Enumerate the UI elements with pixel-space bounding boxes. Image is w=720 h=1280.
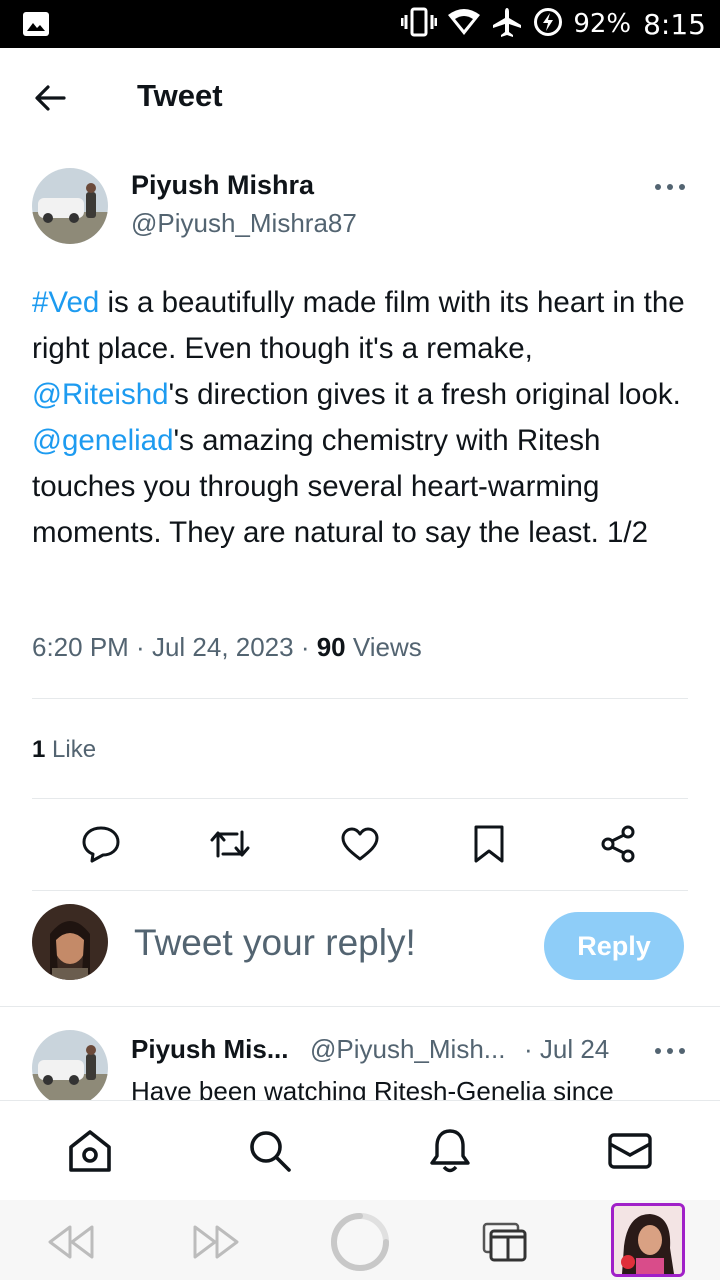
reply-avatar[interactable] <box>32 1030 108 1106</box>
avatar[interactable] <box>32 168 108 244</box>
reply-author-name[interactable]: Piyush Mis... <box>131 1034 289 1065</box>
reply-button[interactable] <box>79 822 123 866</box>
likes-count: 1 <box>32 736 46 763</box>
my-avatar[interactable] <box>32 904 108 980</box>
hashtag-link[interactable]: #Ved <box>32 286 99 319</box>
retweet-icon <box>210 830 250 858</box>
search-icon <box>250 1131 291 1172</box>
home-icon <box>69 1130 111 1172</box>
reply-more-options-button[interactable] <box>652 1038 688 1064</box>
battery-percent: 92% <box>573 9 632 39</box>
reply-date: · Jul 24 <box>524 1034 610 1064</box>
tweet-meta: 6:20 PM · Jul 24, 2023 · 90 Views <box>32 632 422 662</box>
reply-text[interactable]: Have been watching Ritesh-Genelia since <box>131 1074 691 1100</box>
image-icon <box>22 11 50 42</box>
author-name[interactable]: Piyush Mishra <box>131 170 314 201</box>
reply-input[interactable]: Tweet your reply! <box>134 922 416 964</box>
arrow-left-icon <box>35 85 66 111</box>
retweet-button[interactable] <box>208 822 252 866</box>
reply-icon <box>82 826 120 863</box>
clock: 8:15 <box>643 7 706 41</box>
divider <box>32 890 688 891</box>
notifications-icon <box>430 1129 470 1173</box>
mention-link[interactable]: @Riteishd <box>32 378 169 411</box>
back-button[interactable] <box>28 76 72 120</box>
divider <box>32 798 688 799</box>
nav-notifications[interactable] <box>426 1127 474 1175</box>
reply-author-handle[interactable]: @Piyush_Mish... <box>310 1034 505 1065</box>
airplane-icon <box>491 6 523 43</box>
status-bar: 92% 8:15 <box>0 0 720 48</box>
more-icon <box>655 1048 685 1054</box>
vibrate-icon <box>400 7 438 42</box>
share-button[interactable] <box>596 822 640 866</box>
tweet-text: #Ved is a beautifully made film with its… <box>32 280 692 556</box>
browser-back-button[interactable] <box>41 1212 101 1272</box>
mention-link[interactable]: @geneliad <box>32 424 174 457</box>
profile-thumbnail[interactable] <box>611 1203 685 1277</box>
author-handle[interactable]: @Piyush_Mishra87 <box>131 208 357 239</box>
views-count: 90 <box>316 632 346 662</box>
likes-summary[interactable]: 1 Like <box>32 736 96 764</box>
likes-label: Like <box>52 736 97 763</box>
wifi-icon <box>447 8 481 41</box>
tweet-time: 6:20 PM <box>32 632 129 662</box>
views-label: Views <box>352 632 422 662</box>
page-title: Tweet <box>137 78 223 113</box>
like-icon <box>341 827 379 861</box>
nav-search[interactable] <box>246 1127 294 1175</box>
bottom-nav <box>0 1100 720 1200</box>
nav-messages[interactable] <box>606 1127 654 1175</box>
tweet-text-segment: 's direction gives it a fresh original l… <box>168 378 681 411</box>
forward-icon <box>193 1225 239 1259</box>
more-options-button[interactable] <box>652 174 688 200</box>
divider <box>32 698 688 699</box>
tweet-date: Jul 24, 2023 <box>151 632 294 662</box>
share-icon <box>601 825 635 863</box>
bookmark-button[interactable] <box>467 822 511 866</box>
browser-forward-button[interactable] <box>186 1212 246 1272</box>
divider <box>0 1006 720 1007</box>
tweet-text-segment: is a beautifully made film with its hear… <box>32 286 685 365</box>
browser-reload-button[interactable] <box>330 1212 390 1272</box>
tabs-icon <box>482 1222 527 1262</box>
messages-icon <box>608 1133 652 1169</box>
page-header: Tweet <box>0 48 720 148</box>
more-icon <box>655 184 685 190</box>
reply-submit-button[interactable]: Reply <box>544 912 684 980</box>
battery-charging-icon <box>533 7 563 42</box>
browser-tabs-button[interactable] <box>475 1212 535 1272</box>
back-icon <box>48 1225 94 1259</box>
nav-home[interactable] <box>66 1127 114 1175</box>
bookmark-icon <box>474 825 504 863</box>
like-button[interactable] <box>338 822 382 866</box>
reload-icon <box>331 1213 389 1271</box>
